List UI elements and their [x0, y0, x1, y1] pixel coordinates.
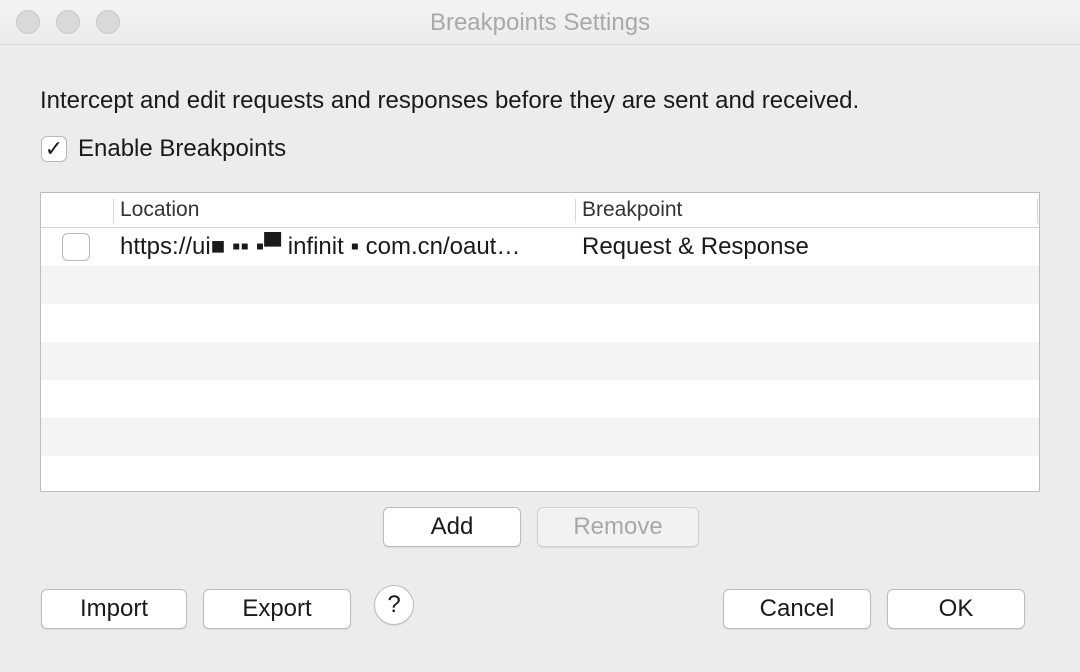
breakpoints-table[interactable]: Location Breakpoint https://ui■ ▪▪ ▪▀ in…	[40, 192, 1040, 492]
header-separator	[1037, 199, 1038, 223]
import-button[interactable]: Import	[41, 589, 187, 629]
help-button[interactable]: ?	[374, 585, 414, 625]
row-enabled-checkbox[interactable]	[62, 233, 90, 261]
enable-breakpoints-label[interactable]: Enable Breakpoints	[78, 134, 286, 164]
location-cell[interactable]: https://ui■ ▪▪ ▪▀ infinit ▪ com.cn/oaut…	[120, 228, 570, 266]
header-separator	[575, 199, 576, 223]
empty-table-row	[41, 456, 1039, 491]
empty-table-row	[41, 342, 1039, 380]
empty-table-row	[41, 380, 1039, 418]
table-header: Location Breakpoint	[41, 193, 1039, 228]
description-text: Intercept and edit requests and response…	[40, 87, 860, 114]
header-separator	[113, 199, 114, 223]
column-header-location[interactable]: Location	[120, 193, 199, 227]
empty-table-row	[41, 266, 1039, 304]
breakpoint-cell[interactable]: Request & Response	[582, 228, 809, 266]
empty-table-row	[41, 304, 1039, 342]
cancel-button[interactable]: Cancel	[723, 589, 871, 629]
table-row[interactable]: https://ui■ ▪▪ ▪▀ infinit ▪ com.cn/oaut……	[41, 228, 1039, 266]
remove-button[interactable]: Remove	[537, 507, 699, 547]
enable-breakpoints-checkbox[interactable]: ✓	[41, 136, 67, 162]
add-button[interactable]: Add	[383, 507, 521, 547]
title-bar: Breakpoints Settings	[0, 0, 1080, 45]
column-header-breakpoint[interactable]: Breakpoint	[582, 193, 682, 227]
enable-breakpoints-row[interactable]: ✓ Enable Breakpoints	[41, 134, 286, 164]
breakpoints-settings-window: Breakpoints Settings Intercept and edit …	[0, 0, 1080, 672]
export-button[interactable]: Export	[203, 589, 351, 629]
empty-table-row	[41, 418, 1039, 456]
window-title: Breakpoints Settings	[429, 9, 651, 36]
ok-button[interactable]: OK	[887, 589, 1025, 629]
